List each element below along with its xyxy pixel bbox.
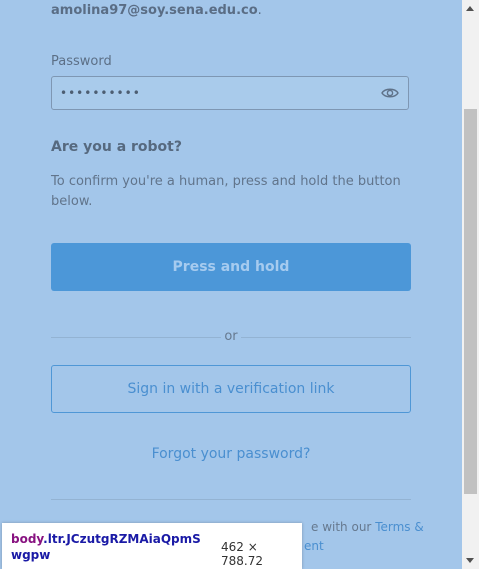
robot-check-title: Are you a robot? [51, 139, 182, 155]
scroll-up-arrow-icon[interactable] [466, 6, 474, 11]
footer-divider [51, 499, 411, 500]
terms-link[interactable]: Terms & [375, 520, 424, 534]
or-label: or [221, 329, 241, 344]
login-panel: amolina97@soy.sena.edu.co. Password ••••… [0, 0, 462, 569]
robot-check-description: To confirm you're a human, press and hol… [51, 174, 401, 209]
password-value: •••••••••• [60, 86, 141, 100]
vertical-scrollbar[interactable] [462, 0, 479, 569]
account-email: amolina97@soy.sena.edu.co. [51, 3, 262, 18]
password-label: Password [51, 54, 112, 69]
eye-icon[interactable] [381, 86, 399, 100]
scrollbar-thumb[interactable] [464, 109, 477, 494]
press-and-hold-button[interactable]: Press and hold [51, 243, 411, 291]
tooltip-selector: body.ltr.JCzutgRZMAiaQpmSwgpw [11, 532, 201, 562]
scroll-down-arrow-icon[interactable] [466, 558, 474, 563]
verification-link-button[interactable]: Sign in with a verification link [51, 365, 411, 413]
tooltip-size: 462 × 788.72 [221, 540, 263, 568]
terms-text: e with our [311, 520, 372, 534]
password-field[interactable]: •••••••••• [51, 76, 409, 110]
forgot-password-link[interactable]: Forgot your password? [51, 446, 411, 462]
agreement-link[interactable]: ent [304, 537, 324, 556]
devtools-element-tooltip: body.ltr.JCzutgRZMAiaQpmSwgpw 462 × 788.… [2, 523, 302, 569]
